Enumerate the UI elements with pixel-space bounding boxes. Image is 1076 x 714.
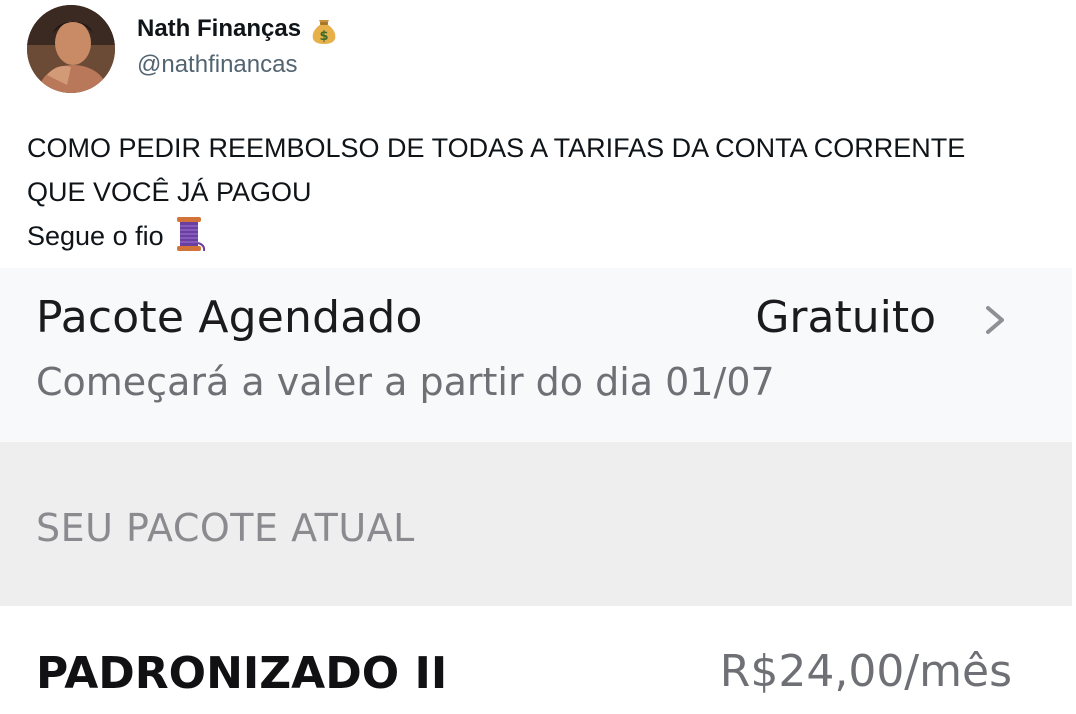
section-header: SEU PACOTE ATUAL <box>0 442 1072 606</box>
tweet-text-line: COMO PEDIR REEMBOLSO DE TODAS A TARIFAS … <box>27 133 966 163</box>
current-package-row[interactable]: PADRONIZADO II R$24,00/mês <box>0 606 1072 714</box>
avatar-image <box>27 5 115 93</box>
tweet-text: COMO PEDIR REEMBOLSO DE TODAS A TARIFAS … <box>27 126 1067 258</box>
author-handle[interactable]: @nathfinancas <box>137 51 297 79</box>
current-package-name: PADRONIZADO II <box>36 648 448 699</box>
tweet: Nath Finanças $ @nathfinancas COMO PEDIR… <box>0 0 1076 268</box>
scheduled-package-subtitle: Começará a valer a partir do dia 01/07 <box>36 360 775 404</box>
embedded-screenshot: Pacote Agendado Gratuito Começará a vale… <box>0 268 1076 714</box>
scheduled-package-title: Pacote Agendado <box>36 292 423 343</box>
author-name[interactable]: Nath Finanças <box>137 15 301 43</box>
money-bag-icon: $ <box>312 20 336 44</box>
tweet-text-line: QUE VOCÊ JÁ PAGOU <box>27 177 312 207</box>
chevron-right-icon[interactable] <box>980 300 1010 340</box>
avatar[interactable] <box>27 5 115 93</box>
scheduled-package-row[interactable]: Pacote Agendado Gratuito Começará a vale… <box>0 268 1072 442</box>
current-package-price: R$24,00/mês <box>719 646 1012 697</box>
svg-text:$: $ <box>320 29 329 44</box>
tweet-text-line: Segue o fio <box>27 221 164 251</box>
scheduled-package-value: Gratuito <box>755 292 936 343</box>
section-label: SEU PACOTE ATUAL <box>36 506 415 550</box>
spool-of-thread-icon <box>177 217 206 252</box>
tweet-text-line-thread: Segue o fio <box>27 214 1067 258</box>
